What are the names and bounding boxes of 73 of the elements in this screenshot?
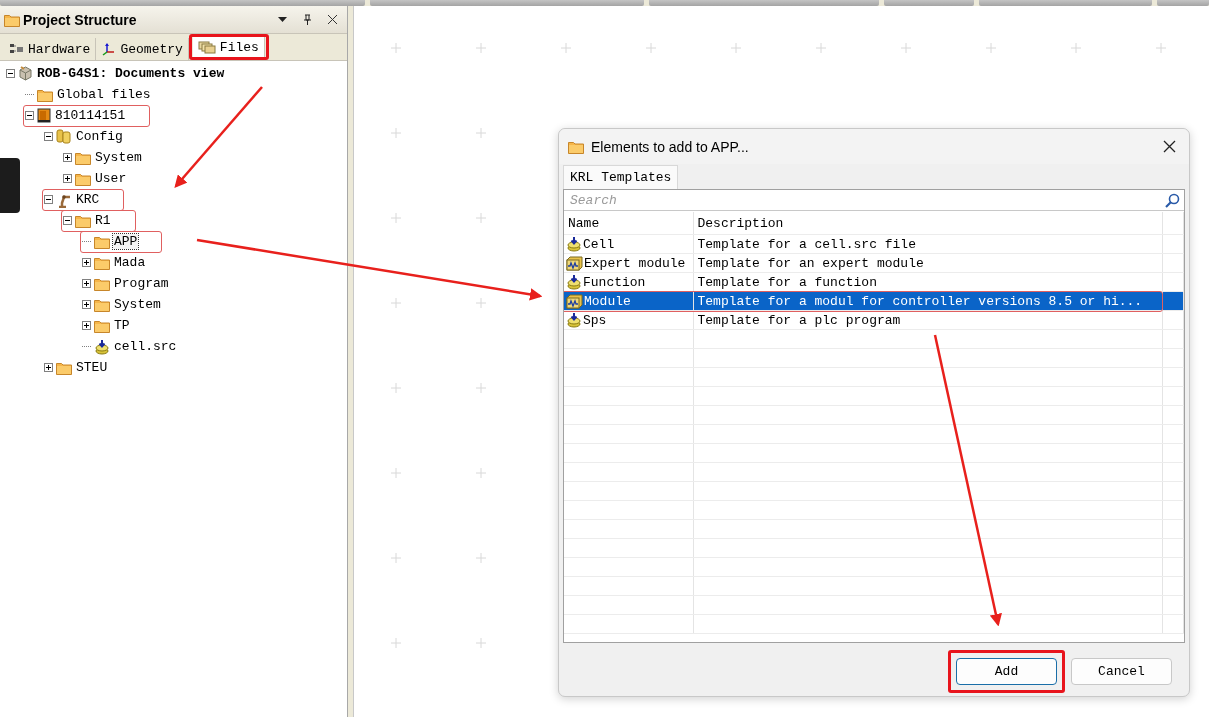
- dialog-button[interactable]: Cancel: [1071, 658, 1172, 685]
- expand-icon[interactable]: [82, 300, 91, 309]
- tree-item[interactable]: Program: [113, 276, 170, 291]
- tree-item[interactable]: 810114151: [54, 108, 127, 123]
- dialog-title: Elements to add to APP...: [591, 138, 750, 155]
- template-description: Template for a cell.src file: [697, 236, 916, 252]
- tree-item[interactable]: Mada: [113, 255, 147, 270]
- tree-item[interactable]: User: [94, 171, 128, 186]
- expand-icon[interactable]: [63, 153, 72, 162]
- collapse-icon[interactable]: [25, 111, 34, 120]
- template-description: Template for a modul for controller versions 8.5 or hi...: [697, 293, 1143, 309]
- axes-icon: [101, 42, 117, 56]
- cabinet-icon: [37, 108, 51, 123]
- cylinders-icon: [56, 129, 72, 144]
- tree-item[interactable]: APP: [113, 234, 139, 249]
- folder-icon: [75, 171, 91, 186]
- collapse-icon[interactable]: [44, 195, 53, 204]
- tree-item[interactable]: STEU: [75, 360, 109, 375]
- tree-item[interactable]: System: [94, 150, 143, 165]
- expand-icon[interactable]: [44, 363, 53, 372]
- expand-icon[interactable]: [82, 258, 91, 267]
- folder-icon: [94, 318, 110, 333]
- disk-stack-icon: [566, 236, 582, 252]
- folder-icon: [37, 87, 53, 102]
- folder-icon: [94, 234, 110, 249]
- panel-tab[interactable]: Hardware: [4, 38, 97, 60]
- panel-title: Project Structure: [23, 11, 138, 28]
- search-field[interactable]: Search: [570, 192, 1165, 208]
- folder-icon: [568, 139, 584, 154]
- tree-item[interactable]: Global files: [56, 87, 152, 102]
- module-icon: [566, 293, 583, 309]
- disk-stack-icon: [566, 312, 582, 328]
- template-description: Template for a plc program: [697, 312, 901, 328]
- column-header[interactable]: Name: [568, 215, 600, 231]
- panel-tab[interactable]: Files: [192, 37, 265, 57]
- folder-icon: [94, 276, 110, 291]
- tree-item[interactable]: cell.src: [113, 339, 178, 354]
- expand-icon[interactable]: [82, 321, 91, 330]
- folders-icon: [197, 40, 216, 54]
- template-description: Template for an expert module: [697, 255, 924, 271]
- collapse-icon[interactable]: [44, 132, 53, 141]
- folder-icon: [75, 213, 91, 228]
- tree-item[interactable]: ROB-G4S1: Documents view: [36, 66, 226, 81]
- panel-tab[interactable]: Geometry: [96, 38, 189, 60]
- template-name[interactable]: Sps: [583, 312, 607, 328]
- collapse-icon[interactable]: [6, 69, 15, 78]
- folder-icon: [56, 360, 72, 375]
- tree-item[interactable]: R1: [94, 213, 112, 228]
- hardware-icon: [9, 43, 24, 55]
- disk-stack-icon: [566, 274, 582, 290]
- tree-item[interactable]: Config: [75, 129, 124, 144]
- template-name[interactable]: Cell: [583, 236, 615, 252]
- module-icon: [566, 255, 583, 271]
- tree-item[interactable]: KRC: [75, 192, 101, 207]
- folder-icon: [94, 297, 110, 312]
- expand-icon[interactable]: [63, 174, 72, 183]
- disk-stack-icon: [94, 338, 110, 355]
- panel-folder-icon: [4, 12, 20, 27]
- expand-icon[interactable]: [82, 279, 91, 288]
- dialog-tab[interactable]: KRL Templates: [563, 165, 679, 189]
- dock-handle[interactable]: [0, 158, 20, 213]
- folder-icon: [94, 255, 110, 270]
- cube-icon: [18, 66, 33, 81]
- template-name[interactable]: Expert module: [584, 255, 686, 271]
- dialog-button[interactable]: Add: [956, 658, 1057, 685]
- collapse-icon[interactable]: [63, 216, 72, 225]
- template-name[interactable]: Function: [583, 274, 646, 290]
- search-icon[interactable]: [1165, 192, 1180, 208]
- folder-icon: [75, 150, 91, 165]
- template-description: Template for a function: [697, 274, 877, 290]
- column-header[interactable]: Description: [697, 215, 784, 231]
- tree-item[interactable]: System: [113, 297, 162, 312]
- tree-item[interactable]: TP: [113, 318, 131, 333]
